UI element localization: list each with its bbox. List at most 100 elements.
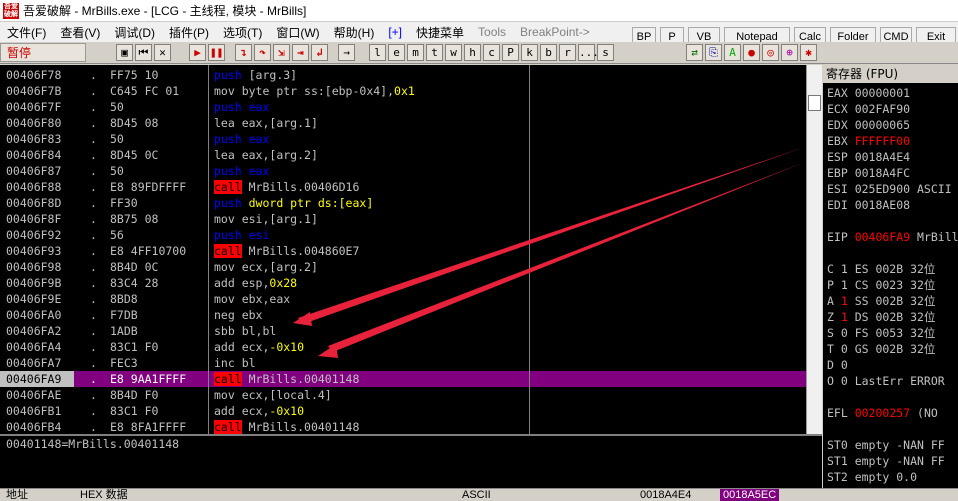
register-line[interactable]: P 1 CS 0023 32位 <box>827 277 935 293</box>
window-button-6[interactable]: c <box>483 44 500 61</box>
window-button-12[interactable]: s <box>597 44 614 61</box>
register-line[interactable]: ESP 0018A4E4 <box>827 149 910 165</box>
plugin-icon-1[interactable]: ⇄ <box>686 44 703 61</box>
step-into-icon[interactable]: ↴ <box>235 44 252 61</box>
register-line[interactable]: EAX 00000001 <box>827 85 910 101</box>
menu-item-6[interactable]: 帮助(H) <box>327 24 382 41</box>
goto-icon[interactable]: → <box>338 44 355 61</box>
disasm-row[interactable]: 00406FA4. 83C1 F0 add ecx,-0x10 <box>0 339 806 355</box>
menu-item-3[interactable]: 插件(P) <box>162 24 216 41</box>
run-icon[interactable]: ▶ <box>189 44 206 61</box>
disassembly-pane[interactable]: 00406FB4. E8 8FA1FFFF call MrBills.0040114… <box>0 65 822 434</box>
disasm-row[interactable]: 00406F84. 8D45 0C lea eax,[arg.2] <box>0 147 806 163</box>
disasm-row[interactable]: 00406F92. 56 push esi <box>0 227 806 243</box>
disasm-row[interactable]: 00406F7F. 50 push eax <box>0 99 806 115</box>
execute-till-return-icon[interactable]: ↲ <box>311 44 328 61</box>
menu-item-9[interactable]: Tools <box>471 25 513 39</box>
disassembly-scrollbar[interactable] <box>806 65 822 434</box>
window-button-1[interactable]: e <box>388 44 405 61</box>
menu-item-0[interactable]: 文件(F) <box>0 24 53 41</box>
register-line[interactable]: ST1 empty -NAN FF <box>827 453 945 469</box>
window-button-0[interactable]: l <box>369 44 386 61</box>
disasm-row[interactable]: 00406F78. FF75 10 push [arg.3] <box>0 67 806 83</box>
trace-over-icon[interactable]: ⇥ <box>292 44 309 61</box>
register-line[interactable]: Z 1 DS 002B 32位 <box>827 309 935 325</box>
disasm-row[interactable]: 00406FB4. E8 8FA1FFFF call MrBills.0040114… <box>0 419 806 434</box>
register-line[interactable]: A 1 SS 002B 32位 <box>827 293 935 309</box>
disasm-row[interactable]: 00406F8F. 8B75 08 mov esi,[arg.1] <box>0 211 806 227</box>
window-button-11[interactable]: ... <box>578 44 599 61</box>
pause-icon[interactable]: ❚❚ <box>208 44 225 61</box>
instruction-token: mov <box>214 212 235 226</box>
window-button-7[interactable]: P <box>502 44 519 61</box>
disasm-row[interactable]: 00406FA9. E8 9AA1FFFF call MrBills.0040114… <box>0 371 806 387</box>
disasm-row[interactable]: 00406FAE. 8B4D F0 mov ecx,[local.4] <box>0 387 806 403</box>
disasm-mark: . <box>90 404 97 418</box>
instruction-token: eax <box>241 164 270 178</box>
disasm-row[interactable]: 00406F7B. C645 FC 01 mov byte ptr ss:[ebp-… <box>0 83 806 99</box>
register-line[interactable]: EBX FFFFFF00 <box>827 133 910 149</box>
menu-item-4[interactable]: 选项(T) <box>216 24 269 41</box>
disasm-row[interactable]: 00406FB1. 83C1 F0 add ecx,-0x10 <box>0 403 806 419</box>
disasm-row[interactable]: 00406F8D. FF30 push dword ptr ds:[eax] <box>0 195 806 211</box>
register-text: A <box>827 294 841 308</box>
register-line[interactable]: D 0 <box>827 357 848 373</box>
disasm-hex: 83C4 28 <box>110 276 159 290</box>
plugin-icon-2[interactable]: ⎘ <box>705 44 722 61</box>
register-line[interactable]: C 1 ES 002B 32位 <box>827 261 935 277</box>
disasm-row[interactable]: 00406F9E. 8BD8 mov ebx,eax <box>0 291 806 307</box>
disasm-row[interactable]: 00406FA2. 1ADB sbb bl,bl <box>0 323 806 339</box>
step-over-icon[interactable]: ↷ <box>254 44 271 61</box>
disasm-row[interactable]: 00406F87. 50 push eax <box>0 163 806 179</box>
register-line[interactable]: ESI 025ED900 ASCII <box>827 181 952 197</box>
plugin-icon-3[interactable]: A <box>724 44 741 61</box>
window-button-4[interactable]: w <box>445 44 462 61</box>
register-line[interactable]: EDI 0018AE08 <box>827 197 910 213</box>
menu-item-7[interactable]: [+] <box>381 25 409 39</box>
register-line[interactable]: EFL 00200257 (NO <box>827 405 938 421</box>
window-button-8[interactable]: k <box>521 44 538 61</box>
register-line[interactable]: ST0 empty -NAN FF <box>827 437 945 453</box>
menu-item-2[interactable]: 调试(D) <box>107 24 162 41</box>
registers-pane[interactable]: 寄存器 (FPU) EAX 00000001 ECX 002FAF90 EDX 00… <box>823 65 958 488</box>
disasm-row[interactable]: 00406F80. 8D45 08 lea eax,[arg.1] <box>0 115 806 131</box>
trace-into-icon[interactable]: ⇲ <box>273 44 290 61</box>
scroll-thumb[interactable] <box>808 95 821 111</box>
disasm-row[interactable]: 00406FA7. FEC3 inc bl <box>0 355 806 371</box>
window-button-3[interactable]: t <box>426 44 443 61</box>
register-line[interactable]: O 0 LastErr ERROR <box>827 373 945 389</box>
register-line[interactable]: ECX 002FAF90 <box>827 101 910 117</box>
register-line[interactable]: S 0 FS 0053 32位 <box>827 325 935 341</box>
register-line[interactable]: EIP 00406FA9 MrBills <box>827 229 958 245</box>
disasm-row[interactable]: 00406FA0. F7DB neg ebx <box>0 307 806 323</box>
window-button-9[interactable]: b <box>540 44 557 61</box>
disasm-address: 00406F8D <box>6 196 62 210</box>
plugin-icon-6[interactable]: ⊕ <box>781 44 798 61</box>
close-icon[interactable]: ✕ <box>154 44 171 61</box>
disasm-row[interactable]: 00406F88. E8 89FDFFFF call MrBills.00406D1… <box>0 179 806 195</box>
window-button-2[interactable]: m <box>407 44 424 61</box>
restart-icon[interactable]: ⏮ <box>135 44 152 61</box>
disasm-row[interactable]: 00406F9B. 83C4 28 add esp,0x28 <box>0 275 806 291</box>
window-button-10[interactable]: r <box>559 44 576 61</box>
disasm-hex: E8 4FF10700 <box>110 244 187 258</box>
menu-item-5[interactable]: 窗口(W) <box>269 24 326 41</box>
plugin-icon-4[interactable]: ● <box>743 44 760 61</box>
window-button-5[interactable]: h <box>464 44 481 61</box>
plugin-icon-5[interactable]: ◎ <box>762 44 779 61</box>
disasm-row[interactable]: 00406F83. 50 push eax <box>0 131 806 147</box>
instruction-token: -0x10 <box>269 340 305 354</box>
register-line[interactable]: EBP 0018A4FC <box>827 165 910 181</box>
register-line[interactable]: T 0 GS 002B 32位 <box>827 341 935 357</box>
plugin-icon-7[interactable]: ✱ <box>800 44 817 61</box>
disasm-row[interactable]: 00406F98. 8B4D 0C mov ecx,[arg.2] <box>0 259 806 275</box>
instruction-token: esp, <box>234 276 270 290</box>
instruction-token: ebx <box>234 308 263 322</box>
open-icon[interactable]: ▣ <box>116 44 133 61</box>
register-line[interactable]: EDX 00000065 <box>827 117 910 133</box>
menu-item-10[interactable]: BreakPoint-> <box>513 25 597 39</box>
menu-item-1[interactable]: 查看(V) <box>53 24 107 41</box>
disasm-row[interactable]: 00406F93. E8 4FF10700 call MrBills.004860E… <box>0 243 806 259</box>
menu-item-8[interactable]: 快捷菜单 <box>409 24 471 41</box>
register-line[interactable]: ST2 empty 0.0 <box>827 469 917 485</box>
